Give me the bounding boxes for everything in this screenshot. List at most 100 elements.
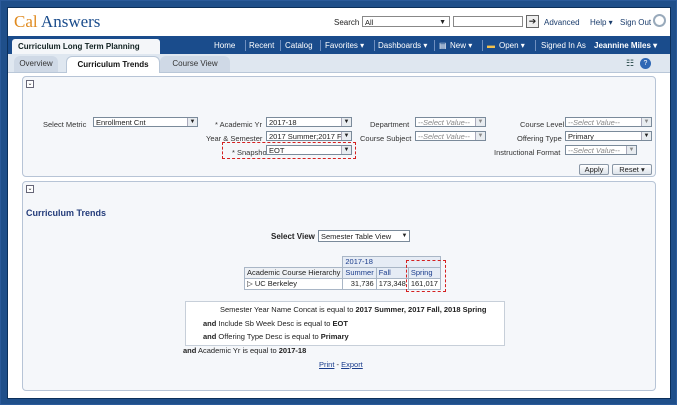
offering-type-dropdown[interactable]: Primary ▼	[565, 131, 652, 141]
chevron-down-icon: ▼	[641, 132, 651, 140]
logo-part2: Answers	[37, 12, 101, 31]
course-subject-label: Course Subject	[360, 134, 412, 143]
collapse-icon[interactable]: ⌄	[26, 80, 34, 88]
select-metric-dropdown[interactable]: Enrollment Cnt ▼	[93, 117, 198, 127]
instructional-format-dropdown[interactable]: --Select Value-- ▼	[565, 145, 637, 155]
filter-and: and	[203, 332, 217, 341]
pivot-col-fall: Fall	[375, 267, 409, 279]
search-label: Search	[334, 18, 360, 27]
academic-yr-value: 2017-18	[269, 118, 297, 127]
collapse-icon[interactable]: ⌄	[26, 185, 34, 193]
separator	[374, 40, 375, 51]
course-level-dropdown[interactable]: --Select Value-- ▼	[565, 117, 652, 127]
separator	[535, 40, 536, 51]
nav-new[interactable]: New ▾	[450, 41, 472, 50]
filter-value: Primary	[320, 332, 349, 341]
select-metric-value: Enrollment Cnt	[96, 118, 146, 127]
course-level-value: --Select Value--	[568, 118, 620, 127]
filter-value: 2017-18	[278, 346, 307, 355]
dashboard-title: Curriculum Long Term Planning	[12, 39, 160, 54]
nav-open[interactable]: Open ▾	[499, 41, 525, 50]
filter-text: Semester Year Name Concat is equal to	[220, 305, 356, 314]
nav-recent[interactable]: Recent	[249, 41, 274, 50]
chevron-down-icon: ▼	[626, 146, 636, 154]
chevron-down-icon: ▼	[400, 231, 409, 241]
pivot-row-header: Academic Course Hierarchy	[243, 267, 344, 279]
department-label: Department	[370, 120, 410, 129]
advanced-link[interactable]: Advanced	[544, 18, 580, 27]
reset-button[interactable]: Reset ▾	[612, 164, 652, 175]
snapshot-dropdown[interactable]: EOT ▼	[266, 145, 352, 155]
pivot-col-summer: Summer	[342, 267, 377, 279]
tab-course-view[interactable]: Course View	[160, 56, 230, 72]
footer-links: Print - Export	[319, 360, 363, 369]
export-link[interactable]: Export	[341, 360, 363, 369]
section-title: Curriculum Trends	[26, 208, 107, 218]
filter-value: 2017 Summer, 2017 Fall, 2018 Spring	[355, 305, 487, 314]
year-semester-dropdown[interactable]: 2017 Summer;2017 F ▼	[266, 131, 352, 141]
tab-overview[interactable]: Overview	[14, 56, 58, 72]
filter-line-2: and Include Sb Week Desc is equal to EOT	[203, 319, 348, 328]
app-logo[interactable]: Cal Answers	[14, 12, 100, 32]
chevron-down-icon: ▼	[341, 132, 351, 140]
select-metric-label: Select Metric	[43, 120, 87, 129]
instructional-format-label: Instructional Format	[494, 148, 561, 157]
snapshot-label: * Snapshot	[232, 148, 269, 157]
academic-yr-dropdown[interactable]: 2017-18 ▼	[266, 117, 352, 127]
arrow-right-icon[interactable]: ➔	[526, 15, 539, 28]
folder-icon: ▬	[487, 41, 495, 50]
select-view-value: Semester Table View	[321, 232, 392, 241]
select-view-label: Select View	[271, 232, 315, 241]
filter-text: Offering Type Desc is equal to	[216, 332, 321, 341]
help-icon[interactable]	[653, 14, 666, 27]
logo-part1: Cal	[14, 12, 38, 31]
signed-in-label: Signed In As	[541, 41, 586, 50]
chevron-down-icon: ▼	[439, 19, 446, 26]
course-level-label: Course Level	[520, 120, 565, 129]
print-link[interactable]: Print	[319, 360, 334, 369]
snapshot-value: EOT	[269, 146, 285, 155]
filter-text: Academic Yr is equal to	[196, 346, 279, 355]
separator	[245, 40, 246, 51]
help-circle-icon[interactable]: ?	[640, 58, 651, 69]
chevron-down-icon: ▼	[341, 118, 351, 126]
offering-type-value: Primary	[568, 132, 594, 141]
course-subject-dropdown[interactable]: --Select Value-- ▼	[415, 131, 486, 141]
options-icon[interactable]: ☷	[626, 58, 634, 69]
offering-type-label: Offering Type	[517, 134, 562, 143]
department-dropdown[interactable]: --Select Value-- ▼	[415, 117, 486, 127]
instructional-format-value: --Select Value--	[568, 146, 620, 155]
search-scope-select[interactable]: All ▼	[362, 16, 450, 27]
chevron-down-icon: ▼	[475, 132, 485, 140]
pivot-corner	[245, 257, 343, 268]
nav-home[interactable]: Home	[214, 41, 235, 50]
tab-curriculum-trends[interactable]: Curriculum Trends	[66, 56, 160, 73]
nav-dashboards[interactable]: Dashboards ▾	[378, 41, 427, 50]
separator	[280, 40, 281, 51]
filter-and: and	[203, 319, 217, 328]
apply-button[interactable]: Apply	[579, 164, 609, 175]
sign-out-link[interactable]: Sign Out	[620, 18, 651, 27]
pivot-row-label[interactable]: ▷ UC Berkeley	[243, 278, 344, 290]
outer-frame: Cal Answers Search All ▼ ➔ Advanced Help …	[0, 0, 677, 405]
pivot-cell: 31,736	[342, 278, 377, 290]
nav-catalog[interactable]: Catalog	[285, 41, 313, 50]
filter-and: and	[183, 346, 197, 355]
help-menu[interactable]: Help ▾	[590, 18, 613, 27]
filter-line-4: and Academic Yr is equal to 2017-18	[183, 346, 306, 355]
separator	[482, 40, 483, 51]
chevron-down-icon: ▼	[475, 118, 485, 126]
search-input[interactable]	[453, 16, 523, 27]
filter-line-1: Semester Year Name Concat is equal to 20…	[220, 305, 486, 314]
nav-favorites[interactable]: Favorites ▾	[325, 41, 364, 50]
chevron-down-icon: ▼	[341, 146, 351, 154]
chevron-down-icon: ▼	[187, 118, 197, 126]
chevron-down-icon: ▼	[641, 118, 651, 126]
department-value: --Select Value--	[418, 118, 470, 127]
prompts-panel: ⌄ Select Metric Enrollment Cnt ▼ * Academ…	[22, 76, 656, 177]
search-scope-value: All	[365, 18, 374, 27]
select-view-dropdown[interactable]: Semester Table View ▼	[318, 230, 410, 242]
year-semester-value: 2017 Summer;2017 F	[269, 132, 342, 141]
separator	[434, 40, 435, 51]
user-menu[interactable]: Jeannine Miles ▾	[594, 41, 657, 50]
